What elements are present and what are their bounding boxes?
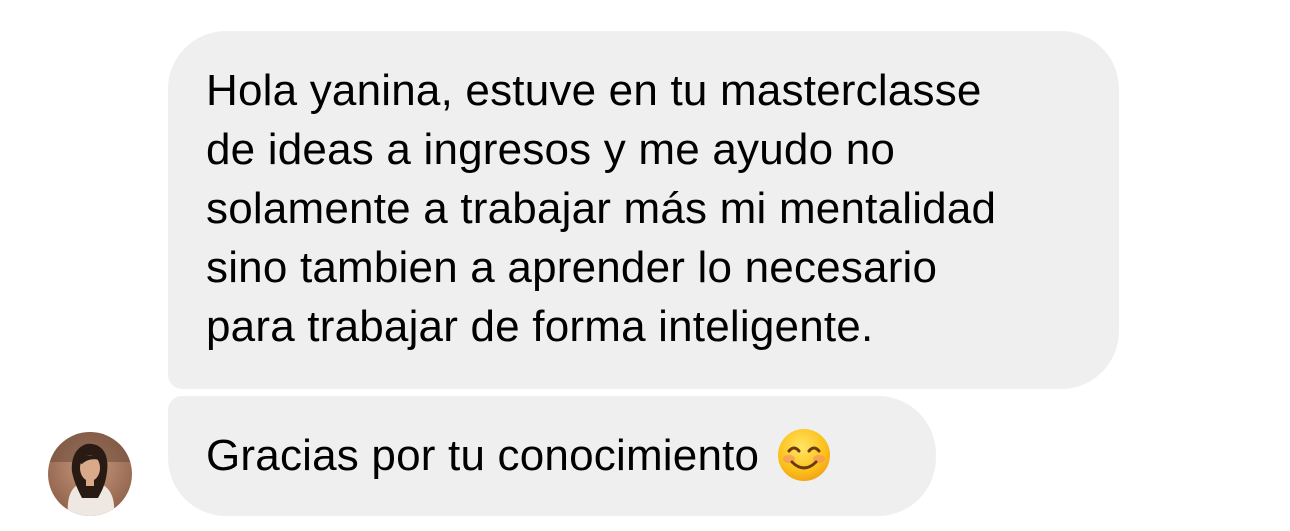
message-line-1: Hola yanina, estuve en tu masterclasse <box>206 66 982 115</box>
message-line-4: sino tambien a aprender lo necesario <box>206 243 938 292</box>
message-bubble-1[interactable]: Hola yanina, estuve en tu masterclasse d… <box>168 31 1119 389</box>
profile-photo-icon <box>48 432 132 516</box>
smiling-face-with-smiling-eyes-icon <box>778 429 831 481</box>
message-bubble-2[interactable]: Gracias por tu conocimiento <box>168 396 936 516</box>
message-line-5: para trabajar de forma inteligente. <box>206 302 874 351</box>
message-text: Gracias por tu conocimiento <box>206 431 760 480</box>
avatar[interactable] <box>48 432 132 516</box>
message-line-2: de ideas a ingresos y me ayudo no <box>206 125 896 174</box>
message-line-3: solamente a trabajar más mi mentalidad <box>206 184 997 233</box>
